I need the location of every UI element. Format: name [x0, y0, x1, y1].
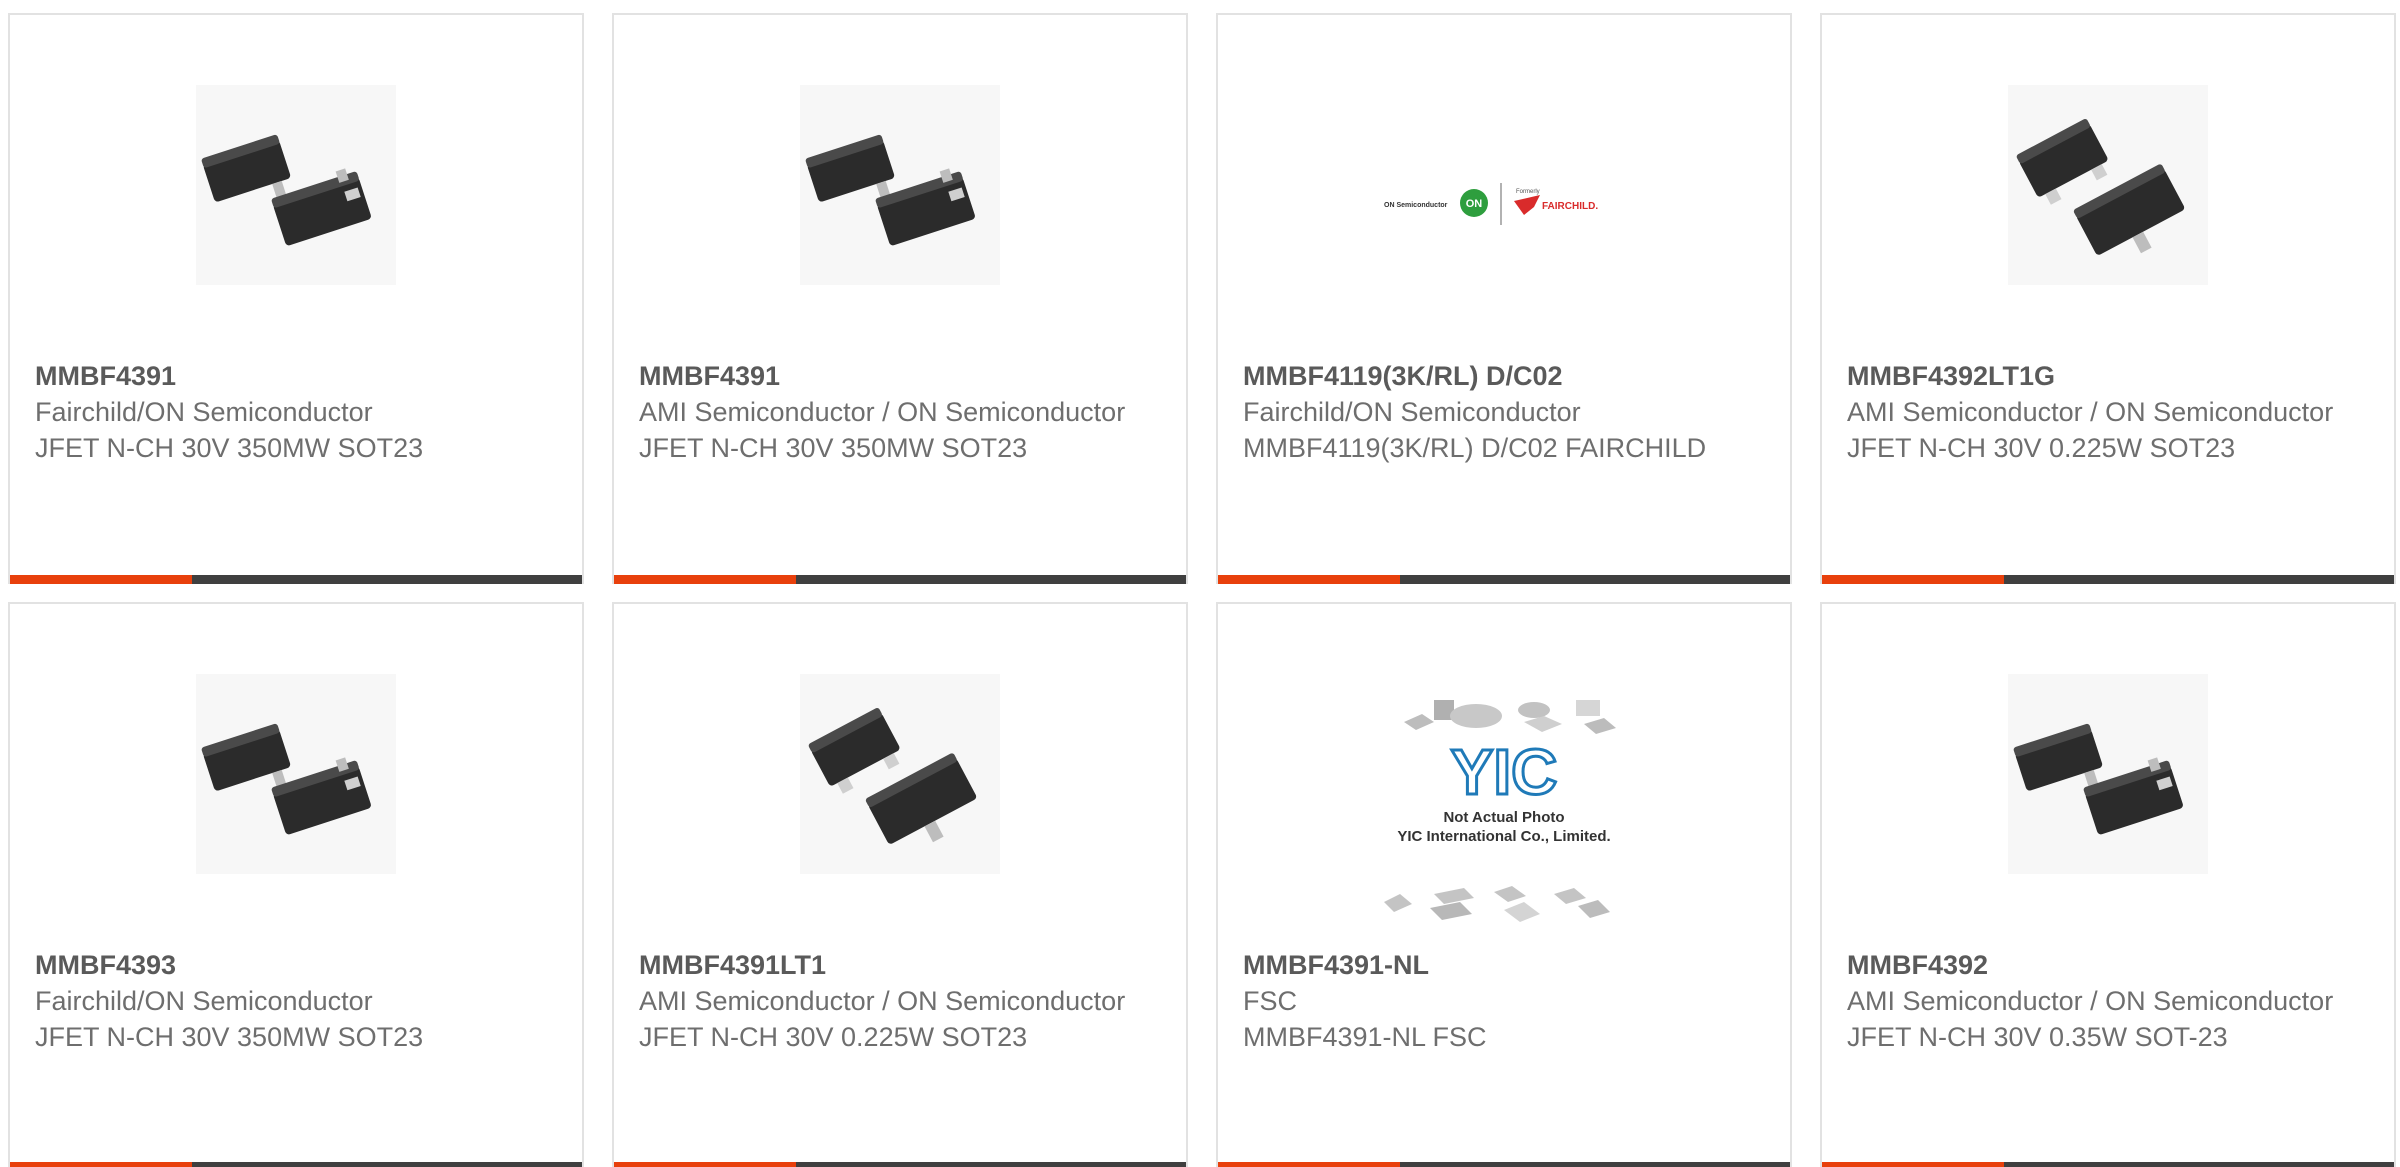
manufacturer: FSC — [1243, 986, 1297, 1016]
part-number[interactable]: MMBF4392 — [1847, 947, 2369, 983]
product-card[interactable]: MMBF4391 Fairchild/ON Semiconductor JFET… — [8, 13, 584, 584]
description: JFET N-CH 30V 0.35W SOT-23 — [1847, 1022, 2228, 1052]
product-grid: MMBF4391 Fairchild/ON Semiconductor JFET… — [0, 0, 2400, 1167]
part-number[interactable]: MMBF4392LT1G — [1847, 358, 2369, 394]
description: MMBF4119(3K/RL) D/C02 FAIRCHILD — [1243, 433, 1707, 463]
card-accent-bar — [10, 1162, 582, 1167]
placeholder-line1: Not Actual Photo — [1443, 809, 1564, 826]
part-number[interactable]: MMBF4119(3K/RL) D/C02 — [1243, 358, 1765, 394]
part-number[interactable]: MMBF4393 — [35, 947, 557, 983]
manufacturer: AMI Semiconductor / ON Semiconductor — [1847, 986, 2334, 1016]
card-accent-bar — [614, 1162, 1186, 1167]
part-number[interactable]: MMBF4391 — [35, 358, 557, 394]
product-card[interactable]: YIC Not Actual Photo YIC International C… — [1216, 602, 1792, 1167]
logo-formerly-text: Formerly — [1516, 189, 1540, 195]
manufacturer: Fairchild/ON Semiconductor — [35, 986, 373, 1016]
card-accent-bar — [1218, 1162, 1790, 1167]
part-number[interactable]: MMBF4391 — [639, 358, 1161, 394]
sot23-package-icon — [196, 85, 396, 285]
part-number[interactable]: MMBF4391-NL — [1243, 947, 1765, 983]
product-card[interactable]: MMBF4391 AMI Semiconductor / ON Semicond… — [612, 13, 1188, 584]
card-accent-bar — [1218, 575, 1790, 584]
product-card[interactable]: MMBF4392LT1G AMI Semiconductor / ON Semi… — [1820, 13, 2396, 584]
sot23-package-icon — [800, 85, 1000, 285]
product-card[interactable]: ON Semiconductor ON Formerly FAIRCHILD. … — [1216, 13, 1792, 584]
manufacturer: AMI Semiconductor / ON Semiconductor — [639, 397, 1126, 427]
description: JFET N-CH 30V 350MW SOT23 — [35, 433, 424, 463]
description: JFET N-CH 30V 350MW SOT23 — [35, 1022, 424, 1052]
logo-right-text: FAIRCHILD. — [1542, 201, 1598, 212]
description: JFET N-CH 30V 0.225W SOT23 — [1847, 433, 2236, 463]
manufacturer: AMI Semiconductor / ON Semiconductor — [639, 986, 1126, 1016]
part-number[interactable]: MMBF4391LT1 — [639, 947, 1161, 983]
brand-logo-icon: ON Semiconductor ON Formerly FAIRCHILD. — [1364, 85, 1644, 335]
yic-logo-text: YIC — [1451, 736, 1558, 808]
placeholder-line2: YIC International Co., Limited. — [1397, 828, 1610, 845]
manufacturer: AMI Semiconductor / ON Semiconductor — [1847, 397, 2334, 427]
logo-left-text: ON Semiconductor — [1384, 202, 1448, 209]
sot23-package-icon — [2008, 85, 2208, 285]
card-accent-bar — [1822, 575, 2394, 584]
sot23-package-icon — [196, 674, 396, 874]
placeholder-photo-icon: YIC Not Actual Photo YIC International C… — [1364, 694, 1644, 944]
product-card[interactable]: MMBF4392 AMI Semiconductor / ON Semicond… — [1820, 602, 2396, 1167]
card-accent-bar — [614, 575, 1186, 584]
logo-mark-text: ON — [1466, 198, 1483, 210]
description: MMBF4391-NL FSC — [1243, 1022, 1487, 1052]
description: JFET N-CH 30V 0.225W SOT23 — [639, 1022, 1028, 1052]
sot23-package-icon — [800, 674, 1000, 874]
card-accent-bar — [10, 575, 582, 584]
product-card[interactable]: MMBF4393 Fairchild/ON Semiconductor JFET… — [8, 602, 584, 1167]
product-card[interactable]: MMBF4391LT1 AMI Semiconductor / ON Semic… — [612, 602, 1188, 1167]
manufacturer: Fairchild/ON Semiconductor — [35, 397, 373, 427]
card-accent-bar — [1822, 1162, 2394, 1167]
description: JFET N-CH 30V 350MW SOT23 — [639, 433, 1028, 463]
manufacturer: Fairchild/ON Semiconductor — [1243, 397, 1581, 427]
sot23-package-icon — [2008, 674, 2208, 874]
